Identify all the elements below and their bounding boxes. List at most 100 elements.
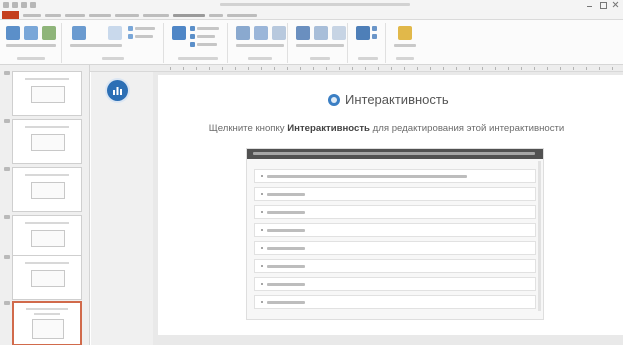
ribbon-button-label bbox=[70, 44, 122, 47]
undo-icon[interactable] bbox=[12, 2, 18, 8]
ribbon-group-label bbox=[310, 57, 330, 60]
slide-instruction: Щелкните кнопку Интерактивность для реда… bbox=[0, 123, 623, 134]
title-bar bbox=[0, 0, 623, 11]
slide-thumbnail[interactable] bbox=[12, 71, 82, 116]
presentation-icon bbox=[113, 87, 122, 95]
ribbon-button-icon[interactable] bbox=[172, 26, 186, 40]
ribbon-tab[interactable] bbox=[209, 13, 223, 17]
window-title bbox=[220, 2, 410, 8]
ribbon-button-icon[interactable] bbox=[6, 26, 20, 40]
ribbon-group bbox=[390, 23, 422, 63]
list-item[interactable] bbox=[254, 259, 536, 273]
list-item[interactable] bbox=[254, 169, 536, 183]
bullet-icon bbox=[261, 247, 263, 249]
list-item-label bbox=[267, 229, 305, 232]
ribbon-group-label bbox=[248, 57, 272, 60]
list-item[interactable] bbox=[254, 223, 536, 237]
ribbon-button-icon[interactable] bbox=[356, 26, 370, 40]
panel-header bbox=[247, 149, 543, 159]
ribbon-tabs bbox=[0, 11, 623, 20]
slide-heading: Интерактивность bbox=[328, 92, 449, 107]
ribbon-tab[interactable] bbox=[115, 13, 139, 17]
small-ribbon-icon[interactable] bbox=[128, 26, 133, 31]
ribbon-button-icon[interactable] bbox=[42, 26, 56, 40]
ribbon-button-icon[interactable] bbox=[332, 26, 346, 40]
list-item[interactable] bbox=[254, 241, 536, 255]
slide-thumbnail-selected[interactable] bbox=[12, 301, 82, 345]
list-item[interactable] bbox=[254, 295, 536, 309]
slide-thumbnails-pane bbox=[0, 65, 90, 345]
scrollbar[interactable] bbox=[538, 161, 541, 311]
bullet-icon bbox=[261, 301, 263, 303]
slide-thumbnail[interactable] bbox=[12, 167, 82, 212]
ribbon-group bbox=[232, 23, 288, 63]
close-button[interactable] bbox=[612, 1, 619, 8]
ribbon-button-icon[interactable] bbox=[254, 26, 268, 40]
small-ribbon-icon[interactable] bbox=[372, 26, 377, 31]
customize-qat-icon[interactable] bbox=[30, 2, 36, 8]
small-ribbon-icon[interactable] bbox=[128, 34, 133, 39]
redo-icon[interactable] bbox=[21, 2, 27, 8]
ribbon-group bbox=[352, 23, 386, 63]
list-item-label bbox=[267, 211, 305, 214]
ribbon-button-icon[interactable] bbox=[314, 26, 328, 40]
ribbon-group bbox=[168, 23, 228, 63]
interaction-panel bbox=[246, 148, 544, 320]
list-item-label bbox=[267, 175, 467, 178]
ribbon-tab[interactable] bbox=[89, 13, 111, 17]
small-ribbon-icon[interactable] bbox=[190, 26, 195, 31]
ribbon-button-icon[interactable] bbox=[272, 26, 286, 40]
list-item-label bbox=[267, 301, 305, 304]
interactivity-icon bbox=[328, 93, 340, 106]
slide-thumbnail[interactable] bbox=[12, 215, 82, 260]
ribbon-group bbox=[64, 23, 164, 63]
panel-header-text bbox=[253, 152, 535, 155]
save-icon[interactable] bbox=[3, 2, 9, 8]
small-ribbon-icon[interactable] bbox=[372, 34, 377, 39]
list-item-label bbox=[267, 247, 305, 250]
list-item-label bbox=[267, 283, 305, 286]
ribbon-tab[interactable] bbox=[65, 13, 85, 17]
ribbon-group bbox=[2, 23, 62, 63]
small-ribbon-icon[interactable] bbox=[190, 34, 195, 39]
ribbon-button-icon[interactable] bbox=[24, 26, 38, 40]
slide-title: Интерактивность bbox=[345, 92, 449, 107]
ribbon-button-icon[interactable] bbox=[72, 26, 86, 40]
instruction-text: Щелкните кнопку bbox=[208, 123, 285, 134]
interaction-launch-icon[interactable] bbox=[107, 80, 128, 101]
ribbon-tab-active[interactable] bbox=[173, 13, 205, 17]
ribbon-tab[interactable] bbox=[143, 13, 169, 17]
ribbon-button-icon[interactable] bbox=[398, 26, 412, 40]
bullet-icon bbox=[261, 229, 263, 231]
ribbon-tab[interactable] bbox=[23, 13, 41, 17]
bullet-icon bbox=[261, 265, 263, 267]
bullet-icon bbox=[261, 175, 263, 177]
horizontal-ruler bbox=[90, 65, 623, 72]
ribbon-button-icon[interactable] bbox=[296, 26, 310, 40]
small-ribbon-icon[interactable] bbox=[190, 42, 195, 47]
list-item-label bbox=[267, 193, 305, 196]
file-tab[interactable] bbox=[2, 11, 19, 19]
quick-access-toolbar bbox=[3, 2, 36, 8]
bullet-icon bbox=[261, 193, 263, 195]
ribbon-button-icon[interactable] bbox=[108, 26, 122, 40]
slide-thumbnail[interactable] bbox=[12, 255, 82, 300]
ribbon-button-label bbox=[296, 44, 344, 47]
ribbon-tab[interactable] bbox=[45, 13, 61, 17]
slide-number bbox=[4, 167, 10, 171]
list-item[interactable] bbox=[254, 277, 536, 291]
maximize-button[interactable] bbox=[599, 1, 607, 9]
ribbon-tab[interactable] bbox=[227, 13, 257, 17]
side-strip bbox=[91, 72, 153, 345]
minimize-button[interactable] bbox=[586, 1, 593, 8]
ribbon-button-icon[interactable] bbox=[236, 26, 250, 40]
ribbon-group-label bbox=[178, 57, 218, 60]
list-item[interactable] bbox=[254, 205, 536, 219]
ribbon bbox=[0, 20, 623, 65]
slide-number bbox=[4, 301, 10, 305]
ribbon-group-label bbox=[396, 57, 414, 60]
ribbon-group-label bbox=[102, 57, 124, 60]
instruction-text: для редактирования этой интерактивности bbox=[372, 123, 565, 134]
bullet-icon bbox=[261, 283, 263, 285]
list-item[interactable] bbox=[254, 187, 536, 201]
